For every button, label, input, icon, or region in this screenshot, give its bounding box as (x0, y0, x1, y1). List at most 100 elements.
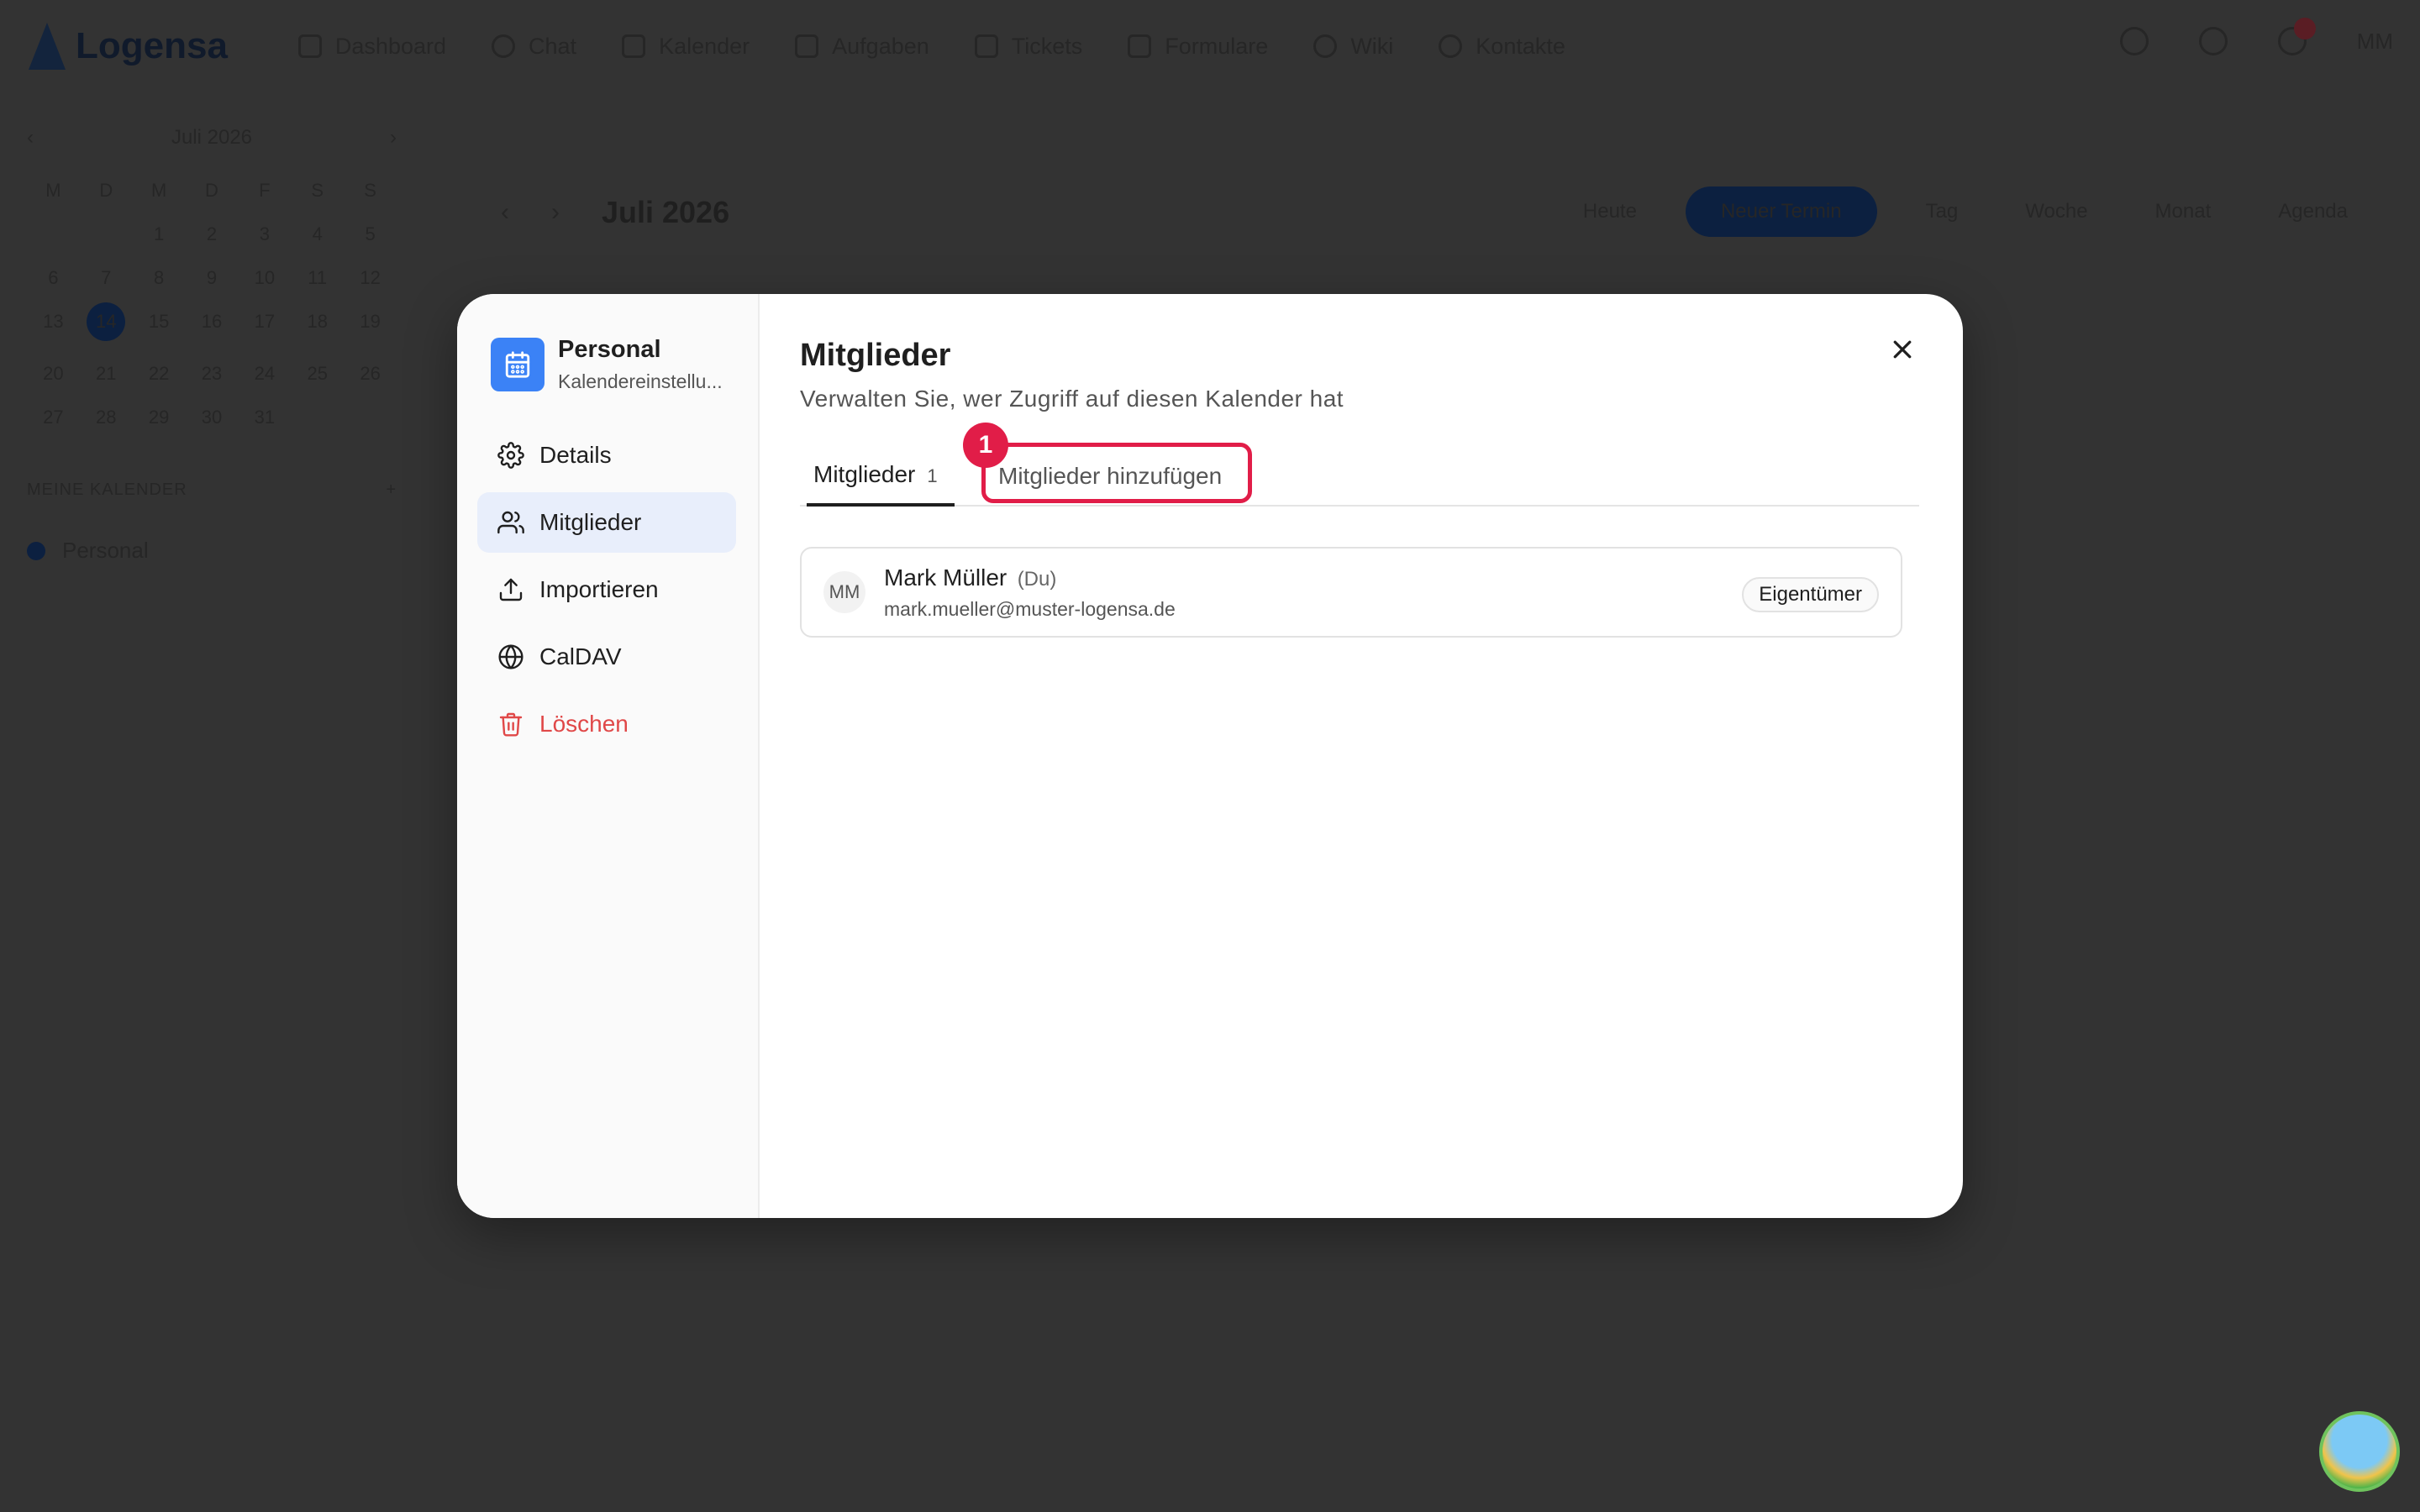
mini-calendar-day[interactable]: 19 (344, 311, 397, 341)
nav-item-kalender[interactable]: Kalender (622, 34, 750, 60)
sidebar-item-mitglieder[interactable]: Mitglieder (477, 492, 736, 553)
next-icon[interactable]: › (551, 198, 560, 227)
settings-icon[interactable] (2198, 27, 2228, 55)
mini-calendar-day[interactable]: 1 (133, 223, 186, 245)
gear-icon (497, 442, 524, 469)
mini-calendar-day[interactable]: 10 (238, 267, 291, 289)
annotation-highlight (981, 443, 1252, 503)
mini-calendar-day[interactable]: 8 (133, 267, 186, 289)
dashboard-icon (297, 34, 322, 58)
close-button[interactable] (1887, 334, 1918, 365)
mini-calendar-day[interactable]: 24 (238, 363, 291, 385)
sidebar-item-label: Mitglieder (539, 509, 642, 535)
mini-calendar-month: Juli 2026 (171, 126, 253, 149)
wiki-icon (1313, 34, 1338, 58)
tab-mitglieder[interactable]: Mitglieder 1 (807, 446, 955, 507)
contacts-icon (1439, 34, 1463, 58)
nav-item-chat[interactable]: Chat (492, 34, 576, 60)
chat-icon (492, 34, 516, 58)
mini-calendar-day[interactable]: 17 (238, 311, 291, 341)
sidebar-item-label: Details (539, 442, 612, 468)
mini-calendar: ‹ Juli 2026 › M D M D F S S 1 2 3 4 5 6 7 8 9 10 11 12 13 14… (27, 126, 397, 428)
mini-calendar-day[interactable]: 5 (344, 223, 397, 245)
form-icon (1128, 34, 1152, 58)
add-calendar-icon[interactable]: + (386, 480, 397, 500)
nav-item-formulare[interactable]: Formulare (1128, 34, 1268, 60)
prev-icon[interactable]: ‹ (501, 198, 509, 227)
weekday-label: F (259, 180, 271, 201)
mini-calendar-day[interactable]: 25 (291, 363, 344, 385)
view-day-button[interactable]: Tag (1907, 188, 1977, 235)
mini-calendar-day[interactable]: 12 (344, 267, 397, 289)
member-you-label: (Du) (1017, 567, 1057, 591)
notification-badge (2293, 18, 2316, 39)
nav-item-aufgaben[interactable]: Aufgaben (795, 34, 929, 60)
mini-calendar-day[interactable]: 22 (133, 363, 186, 385)
mini-calendar-day[interactable]: 14 (87, 302, 126, 341)
mini-calendar-day[interactable]: 2 (186, 223, 239, 245)
sidebar-item-importieren[interactable]: Importieren (477, 559, 736, 620)
mini-calendar-grid: M D M D F S S 1 2 3 4 5 6 7 8 9 10 11 12 13 14 15 16 17 18 19 20 21… (27, 180, 397, 428)
mini-calendar-day[interactable]: 9 (186, 267, 239, 289)
weekday-label: S (364, 180, 376, 201)
top-bar: Logensa Dashboard Chat Kalender Aufgaben… (0, 0, 2420, 92)
nav-item-tickets[interactable]: Tickets (974, 34, 1082, 60)
mini-calendar-day (80, 223, 133, 245)
user-avatar[interactable]: MM (2357, 29, 2393, 55)
member-info: Mark Müller (Du) mark.mueller@muster-log… (884, 564, 1176, 621)
member-email: mark.mueller@muster-logensa.de (884, 597, 1176, 620)
nav-item-kontakte[interactable]: Kontakte (1439, 34, 1565, 60)
mini-calendar-day[interactable]: 30 (186, 407, 239, 428)
mini-calendar-day[interactable]: 18 (291, 311, 344, 341)
mini-calendar-day[interactable]: 3 (238, 223, 291, 245)
mini-calendar-day[interactable]: 21 (80, 363, 133, 385)
users-icon (497, 511, 524, 534)
calendar-entry-personal[interactable]: Personal (27, 538, 149, 564)
mini-calendar-day[interactable]: 7 (80, 267, 133, 289)
role-badge: Eigentümer (1742, 577, 1879, 612)
mini-calendar-day[interactable]: 13 (27, 311, 80, 341)
today-button[interactable]: Heute (1565, 188, 1655, 235)
mini-calendar-day[interactable]: 28 (80, 407, 133, 428)
sidebar-subtitle: Kalendereinstellu... (558, 370, 723, 392)
mini-calendar-day[interactable]: 15 (133, 311, 186, 341)
member-row: MM Mark Müller (Du) mark.mueller@muster-… (800, 547, 1902, 638)
sidebar-item-label: Importieren (539, 576, 659, 602)
sidebar-item-details[interactable]: Details (477, 425, 736, 486)
trash-icon (499, 712, 523, 737)
sidebar-item-loeschen[interactable]: Löschen (477, 694, 736, 754)
mini-calendar-day[interactable]: 11 (291, 267, 344, 289)
mini-calendar-day[interactable]: 20 (27, 363, 80, 385)
mini-calendar-day[interactable]: 23 (186, 363, 239, 385)
mini-calendar-day[interactable]: 29 (133, 407, 186, 428)
mini-calendar-day (27, 223, 80, 245)
mini-calendar-day[interactable]: 6 (27, 267, 80, 289)
tasks-icon (795, 34, 819, 58)
view-week-button[interactable]: Woche (2007, 188, 2106, 235)
calendar-icon (622, 34, 646, 58)
sidebar-item-caldav[interactable]: CalDAV (477, 627, 736, 687)
search-icon[interactable] (2119, 27, 2149, 55)
floating-assistant-avatar[interactable] (2319, 1411, 2400, 1492)
prev-month-icon[interactable]: ‹ (27, 126, 34, 150)
nav-item-wiki[interactable]: Wiki (1313, 34, 1393, 60)
mini-calendar-day[interactable]: 16 (186, 311, 239, 341)
settings-sidebar: Personal Kalendereinstellu... Details Mi… (457, 294, 760, 1218)
nav-item-dashboard[interactable]: Dashboard (297, 34, 446, 60)
main-nav: Dashboard Chat Kalender Aufgaben Tickets… (297, 34, 1565, 60)
new-event-button[interactable]: Neuer Termin (1685, 186, 1877, 237)
mini-calendar-day[interactable]: 26 (344, 363, 397, 385)
mini-calendar-day[interactable]: 31 (238, 407, 291, 428)
view-agenda-button[interactable]: Agenda (2260, 188, 2366, 235)
weekday-label: S (311, 180, 324, 201)
sidebar-header: Personal Kalendereinstellu... (491, 336, 736, 393)
members-count: 1 (927, 465, 938, 486)
page-title: Mitglieder (800, 338, 951, 373)
next-month-icon[interactable]: › (390, 126, 397, 150)
mini-calendar-day[interactable]: 27 (27, 407, 80, 428)
calendar-settings-modal: Personal Kalendereinstellu... Details Mi… (457, 294, 1963, 1218)
mini-calendar-day[interactable]: 4 (291, 223, 344, 245)
view-month-button[interactable]: Monat (2137, 188, 2230, 235)
bell-icon[interactable] (2277, 18, 2316, 55)
weekday-label: M (150, 180, 167, 201)
